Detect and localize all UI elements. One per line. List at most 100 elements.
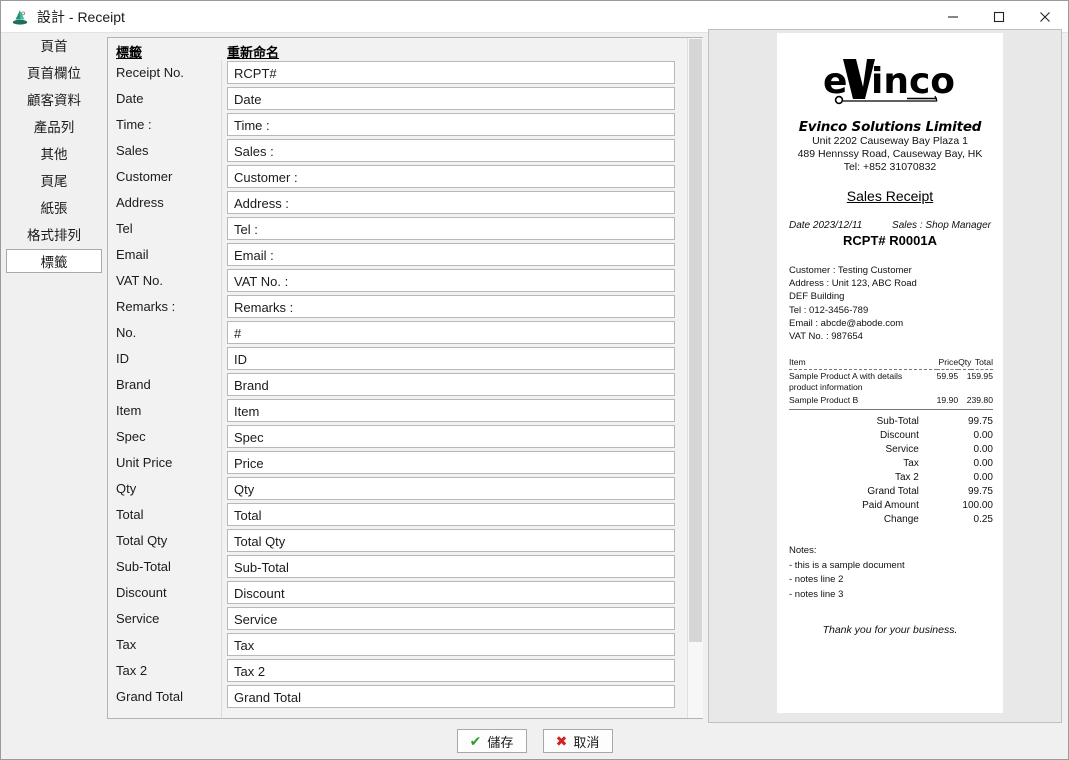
- sidebar-item-0[interactable]: 頁首: [6, 33, 102, 57]
- cancel-button-label: 取消: [573, 734, 600, 750]
- sidebar-item-6[interactable]: 紙張: [6, 195, 102, 219]
- close-button[interactable]: [1022, 1, 1068, 32]
- items-row: Sample Product A with details product in…: [789, 370, 993, 395]
- receipt-meta-row: Date 2023/12/11 Sales : Shop Manager: [777, 220, 1003, 231]
- rename-input[interactable]: Date: [227, 87, 675, 110]
- sidebar-item-3[interactable]: 產品列: [6, 114, 102, 138]
- totals-table: Sub-Total 99.75 Discount 0.00 Service 0.00 Tax…: [789, 414, 993, 526]
- sidebar-item-label: 顧客資料: [27, 93, 81, 108]
- rename-input[interactable]: Email :: [227, 243, 675, 266]
- rename-input[interactable]: RCPT#: [227, 61, 675, 84]
- cancel-button[interactable]: ✖ 取消: [542, 729, 613, 753]
- form-row-label: ID: [116, 351, 129, 366]
- totals-row: Tax 0.00: [789, 456, 993, 470]
- form-row-label: Email: [116, 247, 149, 262]
- totals-value: 0.25: [973, 513, 993, 525]
- close-x-icon: ✖: [555, 733, 568, 749]
- form-row: Total Total: [108, 502, 702, 528]
- sidebar-item-1[interactable]: 頁首欄位: [6, 60, 102, 84]
- form-row-label: Grand Total: [116, 689, 183, 704]
- items-cell-total: 59.95: [971, 371, 993, 382]
- customer-line: Email : abcde@abode.com: [789, 317, 904, 329]
- form-row: Receipt No. RCPT#: [108, 60, 702, 86]
- sidebar-item-label: 格式排列: [27, 228, 81, 243]
- receipt-number: RCPT# R0001A: [843, 233, 937, 248]
- rename-input[interactable]: Sub-Total: [227, 555, 675, 578]
- footer-buttons: ✔ 儲存 ✖ 取消: [2, 724, 1067, 758]
- customer-line: Customer : Testing Customer: [789, 265, 912, 276]
- rename-input[interactable]: ID: [227, 347, 675, 370]
- sidebar-item-4[interactable]: 其他: [6, 141, 102, 165]
- notes-title: Notes:: [789, 545, 817, 557]
- rename-input[interactable]: Spec: [227, 425, 675, 448]
- form-row-label: Service: [116, 611, 160, 626]
- design-receipt-window: 設計 - Receipt 頁首 頁首欄位 顧客資料 產品列 其他 頁尾 紙張 格式排列 標籤 標…: [0, 0, 1069, 760]
- column-header-label: 標籤: [116, 45, 143, 60]
- sidebar-item-label: 紙張: [40, 201, 68, 216]
- thank-you-line: Thank you for your business.: [822, 624, 958, 637]
- rename-input[interactable]: Brand: [227, 373, 675, 396]
- totals-value: 0.00: [973, 457, 993, 469]
- sidebar-item-8[interactable]: 標籤: [6, 249, 102, 273]
- rename-input[interactable]: Total Qty: [227, 529, 675, 552]
- minimize-button[interactable]: [930, 1, 976, 32]
- items-col-header: Total: [971, 357, 993, 371]
- form-row-label: Tax 2: [116, 663, 148, 678]
- form-row: Unit Price Price: [108, 450, 702, 476]
- totals-row: Paid Amount 100.00: [789, 498, 993, 512]
- sidebar-item-label: 標籤: [40, 255, 68, 270]
- rename-input[interactable]: Grand Total: [227, 685, 675, 708]
- rename-input[interactable]: Price: [227, 451, 675, 474]
- totals-table-body: Sub-Total 99.75 Discount 0.00 Service 0.00 Tax…: [789, 414, 993, 526]
- sidebar-item-7[interactable]: 格式排列: [6, 222, 102, 246]
- form-scrollbar[interactable]: [687, 38, 703, 718]
- rename-input[interactable]: Tax 2: [227, 659, 675, 682]
- form-row: Item Item: [108, 398, 702, 424]
- rename-input[interactable]: Tel :: [227, 217, 675, 240]
- form-row: Customer Customer :: [108, 164, 702, 190]
- totals-row: Tax 2 0.00: [789, 470, 993, 484]
- items-table-wrap: Item Price Qty Total Sample Product A with …: [777, 357, 1003, 411]
- rename-input[interactable]: Time :: [227, 113, 675, 136]
- items-cell-qty: 1: [966, 371, 972, 382]
- form-row-label: Total Qty: [116, 533, 168, 548]
- rename-input[interactable]: Item: [227, 399, 675, 422]
- rename-input[interactable]: Service: [227, 607, 675, 630]
- rename-input[interactable]: Total: [227, 503, 675, 526]
- form-row: VAT No. VAT No. :: [108, 268, 702, 294]
- rename-input[interactable]: Tax: [227, 633, 675, 656]
- rename-input[interactable]: Qty: [227, 477, 675, 500]
- scrollbar-thumb[interactable]: [689, 39, 702, 642]
- items-col-header: Price: [936, 357, 959, 371]
- form-row: Remarks : Remarks :: [108, 294, 702, 320]
- items-table-body: Sample Product A with details product in…: [789, 370, 993, 411]
- form-row: Discount Discount: [108, 580, 702, 606]
- form-row-label: No.: [116, 325, 137, 340]
- totals-value: 0.00: [973, 471, 993, 483]
- receipt-salesperson: Sales : Shop Manager: [892, 220, 991, 231]
- form-row-label: Total: [116, 507, 144, 522]
- maximize-button[interactable]: [976, 1, 1022, 32]
- sidebar-item-5[interactable]: 頁尾: [6, 168, 102, 192]
- sidebar-item-2[interactable]: 顧客資料: [6, 87, 102, 111]
- save-button[interactable]: ✔ 儲存: [456, 729, 527, 753]
- items-cell-price: 19.90: [936, 394, 959, 411]
- totals-row: Sub-Total 99.75: [789, 414, 993, 428]
- rename-input[interactable]: #: [227, 321, 675, 344]
- sidebar-item-label: 頁首: [40, 39, 68, 54]
- receipt-date: Date 2023/12/11: [789, 220, 863, 231]
- form-row-label: Address: [116, 195, 164, 210]
- totals-row: Grand Total 99.75: [789, 484, 993, 498]
- form-row: Time : Time :: [108, 112, 702, 138]
- rename-input[interactable]: Address :: [227, 191, 675, 214]
- rename-input[interactable]: Remarks :: [227, 295, 675, 318]
- rename-input[interactable]: Sales :: [227, 139, 675, 162]
- totals-key: Sub-Total: [876, 415, 919, 427]
- rename-input[interactable]: VAT No. :: [227, 269, 675, 292]
- rename-input[interactable]: Customer :: [227, 165, 675, 188]
- receipt-page: e inco Evinco Solutions Limited Unit 220…: [777, 33, 1003, 713]
- form-row: Grand Total Grand Total: [108, 684, 702, 710]
- form-row: Date Date: [108, 86, 702, 112]
- rename-input[interactable]: Discount: [227, 581, 675, 604]
- totals-row: Service 0.00: [789, 442, 994, 456]
